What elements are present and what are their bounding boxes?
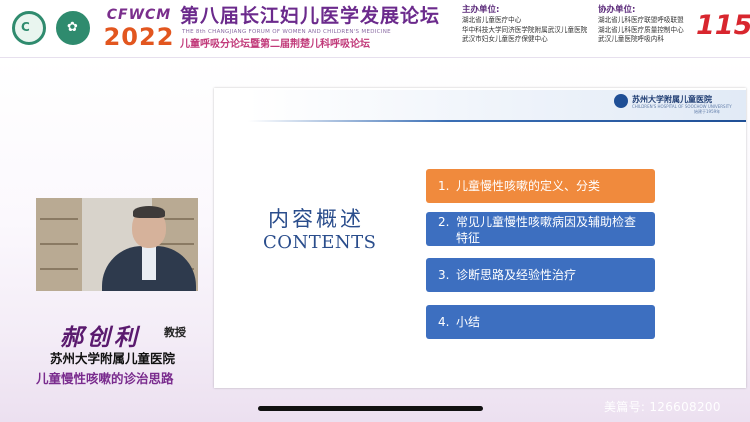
- co-host-line: 湖北省儿科医疗联盟呼吸联盟: [598, 16, 684, 24]
- contents-item-4: 4. 小结: [426, 305, 655, 339]
- forum-title-en: THE 8th CHANGJIANG FORUM OF WOMEN AND CH…: [182, 29, 391, 35]
- anniversary-number: 115: [696, 10, 750, 41]
- item-number: 4.: [438, 315, 450, 329]
- speaker-organization: 苏州大学附属儿童医院: [50, 351, 176, 366]
- co-host-label: 协办单位:: [598, 5, 636, 15]
- forum-year: 2022: [103, 23, 175, 51]
- speaker-video: [36, 198, 198, 291]
- item-number: 1.: [438, 179, 450, 193]
- mother-child-logo-icon: ✿: [56, 11, 90, 45]
- host-line: 湖北省儿童医疗中心: [462, 16, 522, 24]
- forum-abbr: CFWCM: [106, 7, 172, 23]
- hospital-logo-icon: C: [12, 11, 46, 45]
- contents-heading-en: CONTENTS: [263, 232, 377, 253]
- hospital-emblem-icon: [614, 94, 628, 108]
- slide-hospital-est: 始建于1959年: [694, 109, 721, 114]
- item-text: 儿童慢性咳嗽的定义、分类: [456, 179, 601, 193]
- forum-subtitle: 儿童呼吸分论坛暨第二届荆楚儿科呼吸论坛: [180, 39, 370, 50]
- anniversary-logo: 115: [694, 8, 750, 48]
- slide-header-bar: [248, 120, 746, 122]
- item-text: 诊断思路及经验性治疗: [456, 268, 577, 282]
- speaker-name: 郝创利: [60, 324, 141, 351]
- forum-logo: CFWCM 2022: [102, 6, 176, 50]
- host-line: 武汉市妇女儿童医疗保健中心: [462, 35, 548, 44]
- meipian-watermark: 美篇号: 126608200: [604, 400, 721, 414]
- contents-item-1: 1. 儿童慢性咳嗽的定义、分类: [426, 169, 655, 203]
- co-organizers: 协办单位: 湖北省儿科医疗联盟呼吸联盟 湖北省儿科医疗质量控制中心 武汉儿童医院…: [598, 5, 684, 45]
- item-number: 3.: [438, 268, 450, 282]
- co-host-line: 湖北省儿科医疗质量控制中心: [598, 25, 684, 34]
- item-text: 小结: [456, 315, 481, 329]
- forum-title: 第八届长江妇儿医学发展论坛: [180, 5, 441, 27]
- contents-item-3: 3. 诊断思路及经验性治疗: [426, 258, 655, 292]
- bookshelf: [36, 198, 82, 291]
- contents-heading-cn: 内容概述: [268, 207, 364, 231]
- forum-banner: C ✿ CFWCM 2022 第八届长江妇儿医学发展论坛 THE 8th CHA…: [0, 0, 750, 58]
- item-text: 常见儿童慢性咳嗽病因及辅助检查特征: [456, 215, 637, 245]
- speaker-shirt: [142, 246, 156, 280]
- speaker-title: 教授: [164, 326, 186, 339]
- host-label: 主办单位:: [462, 5, 500, 15]
- item-number: 2.: [438, 215, 450, 229]
- host-line: 华中科技大学同济医学院附属武汉儿童医院: [462, 25, 588, 34]
- faint-overlay-text: [566, 378, 726, 388]
- home-indicator[interactable]: [258, 406, 483, 411]
- speaker-hair: [133, 206, 165, 218]
- co-host-line: 武汉儿童医院呼吸内科: [598, 35, 664, 44]
- contents-item-2: 2. 常见儿童慢性咳嗽病因及辅助检查特征: [426, 212, 655, 246]
- talk-topic: 儿童慢性咳嗽的诊治思路: [36, 371, 174, 386]
- host-organizers: 主办单位: 湖北省儿童医疗中心 华中科技大学同济医学院附属武汉儿童医院 武汉市妇…: [462, 5, 587, 45]
